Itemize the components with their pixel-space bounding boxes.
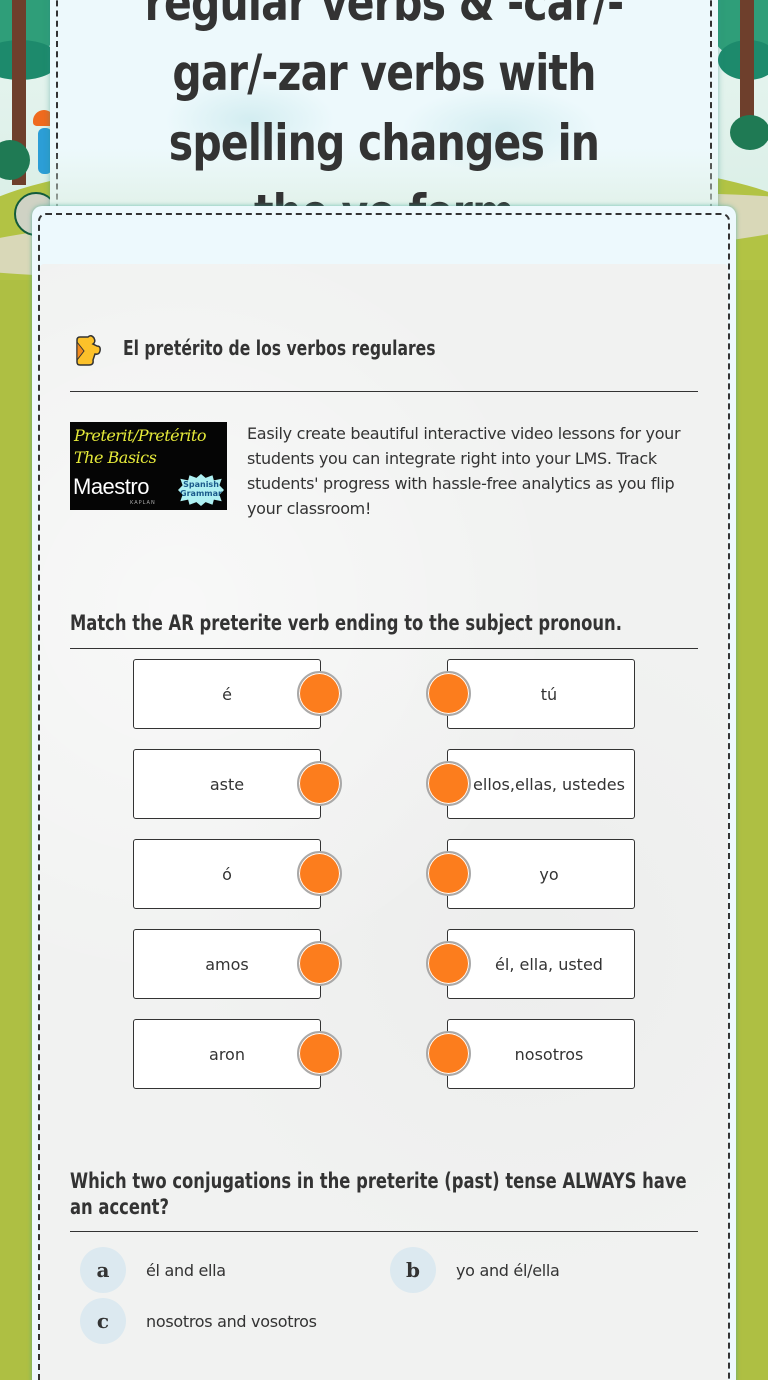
match-right-label: yo (539, 864, 559, 884)
match-connector-left[interactable] (297, 941, 342, 986)
bush-right (730, 115, 768, 150)
match-connector-right[interactable] (426, 851, 471, 896)
puzzle-piece-icon (76, 334, 101, 366)
thumbnail-brand: Maestro (73, 474, 149, 499)
choice-letter-badge: a (80, 1247, 126, 1293)
thumbnail-badge: Spanish Grammar (178, 474, 224, 506)
match-right-item[interactable]: él, ella, usted (447, 929, 635, 999)
match-left-item[interactable]: ó (133, 839, 321, 909)
match-connector-left[interactable] (297, 761, 342, 806)
match-connector-left[interactable] (297, 851, 342, 896)
match-left-item[interactable]: amos (133, 929, 321, 999)
video-title[interactable]: El pretérito de los verbos regulares (123, 336, 436, 360)
choice-option-a[interactable]: a él and ella (80, 1247, 226, 1293)
match-left-label: aste (209, 774, 245, 794)
match-right-item[interactable]: ellos,ellas, ustedes (447, 749, 635, 819)
choice-label: yo and él/ella (456, 1260, 560, 1280)
divider (70, 648, 698, 649)
choice-letter-badge: b (390, 1247, 436, 1293)
match-left-label: ó (222, 864, 232, 884)
match-left-label: é (222, 684, 232, 704)
match-left-label: aron (209, 1044, 245, 1064)
match-connector-right[interactable] (426, 671, 471, 716)
video-thumbnail[interactable]: Preterit/Pretérito The Basics Maestro KA… (70, 422, 227, 510)
choice-option-c[interactable]: c nosotros and vosotros (80, 1298, 317, 1344)
matching-prompt: Match the AR preterite verb ending to th… (70, 611, 622, 635)
match-connector-right[interactable] (426, 941, 471, 986)
match-connector-right[interactable] (426, 1031, 471, 1076)
choice-letter-badge: c (80, 1298, 126, 1344)
match-left-label: amos (205, 954, 249, 974)
match-right-item[interactable]: nosotros (447, 1019, 635, 1089)
match-right-label: ellos,ellas, ustedes (473, 774, 625, 794)
choice-label: nosotros and vosotros (146, 1311, 317, 1331)
match-connector-left[interactable] (297, 671, 342, 716)
choice-label: él and ella (146, 1260, 226, 1280)
match-right-label: tú (540, 684, 558, 704)
divider (70, 391, 698, 392)
match-left-item[interactable]: é (133, 659, 321, 729)
match-left-item[interactable]: aron (133, 1019, 321, 1089)
match-left-item[interactable]: aste (133, 749, 321, 819)
multiple-choice-prompt: Which two conjugations in the preterite … (70, 1169, 687, 1219)
thumbnail-brand-sub: KAPLAN (130, 500, 156, 506)
divider (70, 1231, 698, 1232)
match-right-label: él, ella, usted (495, 954, 603, 974)
match-right-label: nosotros (514, 1044, 584, 1064)
match-connector-left[interactable] (297, 1031, 342, 1076)
match-right-item[interactable]: yo (447, 839, 635, 909)
video-description: Easily create beautiful interactive vide… (247, 424, 681, 518)
thumbnail-line-2: The Basics (74, 448, 157, 467)
choice-option-b[interactable]: b yo and él/ella (390, 1247, 560, 1293)
match-right-item[interactable]: tú (447, 659, 635, 729)
title-card: regular verbs & -car/-gar/-zar verbs wit… (50, 0, 718, 242)
match-connector-right[interactable] (426, 761, 471, 806)
thumbnail-line-1: Preterit/Pretérito (74, 426, 206, 445)
